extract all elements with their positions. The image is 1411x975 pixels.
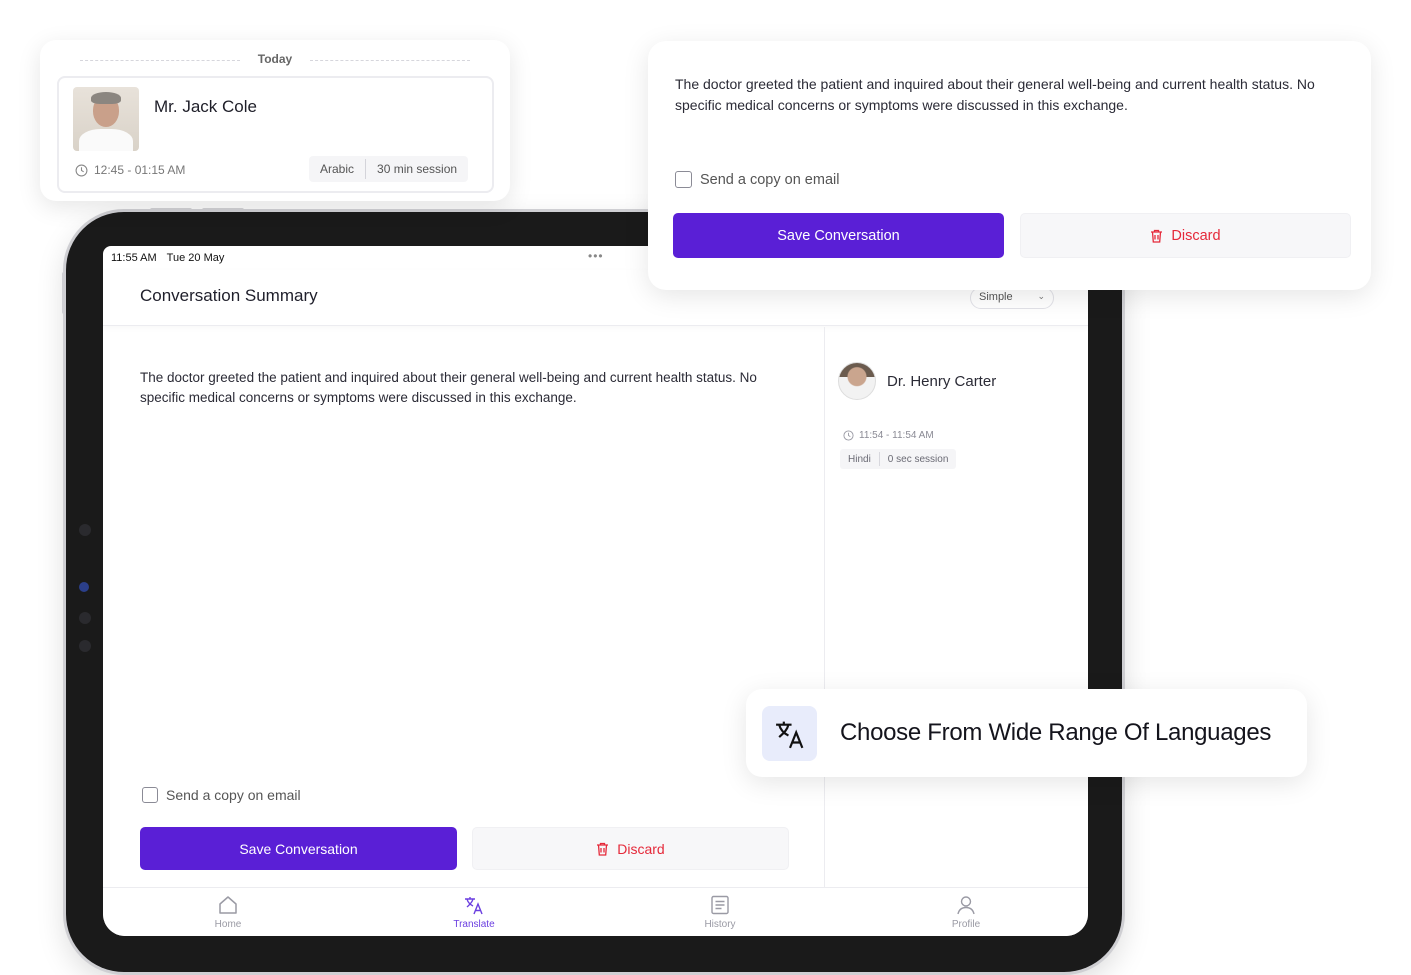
save-conversation-button[interactable]: Save Conversation — [673, 213, 1004, 258]
language-tag: Arabic — [320, 162, 355, 176]
language-tag: Hindi — [848, 453, 871, 465]
sensor-dot — [79, 640, 91, 652]
sensor-dot — [79, 612, 91, 624]
status-date: Tue 20 May — [166, 252, 225, 264]
doctor-session-tags: Hindi 0 sec session — [840, 449, 957, 469]
save-label: Save Conversation — [777, 227, 900, 244]
tab-label: Profile — [951, 919, 981, 930]
doctor-name: Dr. Henry Carter — [887, 373, 997, 390]
mode-select[interactable]: Simple ⌄ — [970, 287, 1054, 309]
summary-text: The doctor greeted the patient and inqui… — [675, 76, 1315, 113]
page-title: Conversation Summary — [140, 286, 318, 305]
clock-icon — [843, 430, 854, 441]
power-button — [62, 272, 66, 314]
doctor-avatar — [838, 362, 876, 400]
email-copy-label: Send a copy on email — [700, 171, 840, 188]
ipad-screen: 11:55 AM Tue 20 May ••• Conversation Sum… — [103, 246, 1088, 936]
home-icon — [219, 896, 237, 914]
tab-label: History — [704, 919, 736, 930]
history-icon — [711, 895, 729, 915]
discard-button[interactable]: Discard — [1020, 213, 1351, 258]
profile-icon — [957, 896, 975, 915]
tab-profile[interactable]: Profile — [926, 894, 1006, 930]
email-copy-label: Send a copy on email — [166, 787, 301, 803]
front-camera — [79, 582, 89, 592]
translate-icon — [465, 897, 483, 915]
email-copy-checkbox[interactable] — [142, 787, 158, 803]
mode-select-value: Simple — [979, 291, 1013, 303]
session-length-tag: 30 min session — [377, 162, 458, 176]
tab-history[interactable]: History — [680, 894, 760, 930]
discard-button[interactable]: Discard — [472, 827, 789, 870]
email-copy-option[interactable]: Send a copy on email — [675, 171, 839, 188]
tab-bar: Home Translate History Profile — [103, 887, 1088, 936]
summary-actions-card: The doctor greeted the patient and inqui… — [648, 41, 1371, 290]
volume-button — [150, 208, 192, 212]
doctor-session-time: 11:54 - 11:54 AM — [843, 430, 934, 441]
appointment-item[interactable]: Mr. Jack Cole 12:45 - 01:15 AM Arabic 30… — [57, 76, 494, 193]
chevron-down-icon: ⌄ — [1037, 291, 1045, 301]
trash-icon — [597, 842, 609, 856]
volume-button — [202, 208, 244, 212]
email-copy-checkbox[interactable] — [675, 171, 692, 188]
discard-label: Discard — [1171, 227, 1221, 244]
session-length-tag: 0 sec session — [887, 453, 949, 465]
date-group-label: Today — [257, 52, 293, 66]
language-icon-box — [762, 706, 817, 761]
appointment-time: 12:45 - 01:15 AM — [75, 163, 185, 177]
translate-icon — [775, 721, 803, 748]
language-feature-card: Choose From Wide Range Of Languages — [746, 689, 1307, 777]
status-time: 11:55 AM — [111, 252, 157, 264]
patient-name: Mr. Jack Cole — [154, 97, 257, 116]
appointment-time-range: 12:45 - 01:15 AM — [94, 163, 186, 177]
summary-text: The doctor greeted the patient and inqui… — [140, 370, 757, 405]
status-bar: 11:55 AM Tue 20 May — [111, 252, 224, 264]
email-copy-option[interactable]: Send a copy on email — [142, 787, 301, 803]
avatar-hair — [91, 92, 121, 104]
tab-label: Home — [214, 919, 242, 930]
camera-dot — [79, 524, 91, 536]
save-label: Save Conversation — [239, 840, 358, 857]
save-conversation-button[interactable]: Save Conversation — [140, 827, 457, 870]
tab-label: Translate — [453, 919, 495, 930]
tab-home[interactable]: Home — [188, 894, 268, 930]
avatar-body — [79, 129, 133, 151]
doctor-time-range: 11:54 - 11:54 AM — [859, 430, 934, 441]
summary-pane: The doctor greeted the patient and inqui… — [103, 327, 824, 887]
tab-translate[interactable]: Translate — [434, 894, 514, 930]
multitask-dots[interactable]: ••• — [588, 249, 604, 263]
clock-icon — [75, 164, 88, 176]
trash-icon — [1151, 229, 1163, 243]
discard-label: Discard — [617, 840, 665, 857]
today-appointment-card: Today Mr. Jack Cole 12:45 - 01:15 AM Ara… — [40, 40, 510, 201]
participant-pane: Dr. Henry Carter 11:54 - 11:54 AM Hindi … — [824, 327, 1088, 887]
appointment-tags: Arabic 30 min session — [309, 156, 469, 182]
patient-avatar — [73, 87, 139, 151]
language-feature-text: Choose From Wide Range Of Languages — [840, 719, 1272, 746]
